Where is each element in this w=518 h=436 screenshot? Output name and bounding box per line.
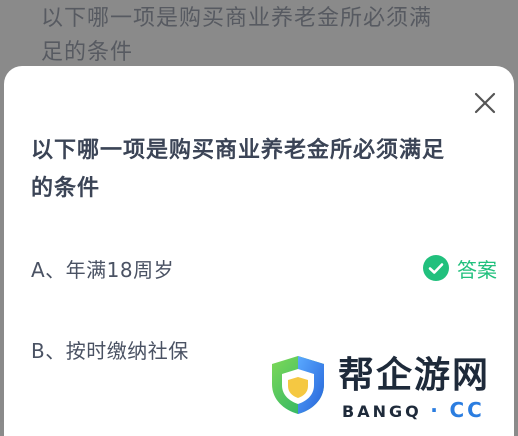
option-b-label: B、按时缴纳社保 [31,339,189,363]
close-button[interactable] [470,88,500,118]
site-watermark: 帮企游网 BANGQ · CC [268,354,518,422]
option-a[interactable]: A、年满18周岁 答案 [31,248,497,288]
answer-label: 答案 [457,257,497,282]
answer-tag: 答案 [423,252,497,284]
question-line-1: 以下哪一项是购买商业养老金所必须满足 [31,138,446,163]
background-question: 以下哪一项是购买商业养老金所必须满 足的条件 [41,2,491,70]
background-question-line-2: 足的条件 [41,40,134,65]
background-question-line-1: 以下哪一项是购买商业养老金所必须满 [41,6,433,31]
close-icon [474,92,496,114]
question-line-2: 的条件 [31,176,101,201]
check-circle-icon [423,255,449,281]
watermark-title: 帮企游网 [338,355,491,396]
watermark-subtitle: BANGQ · CC [342,398,485,422]
watermark-sub-right: CC [449,398,485,422]
watermark-sub-left: BANGQ [342,402,422,421]
option-a-label: A、年满18周岁 [31,258,175,282]
shield-logo-icon [268,354,328,416]
question-text: 以下哪一项是购买商业养老金所必须满足 的条件 [31,132,497,208]
watermark-sub-dot: · [430,398,441,422]
